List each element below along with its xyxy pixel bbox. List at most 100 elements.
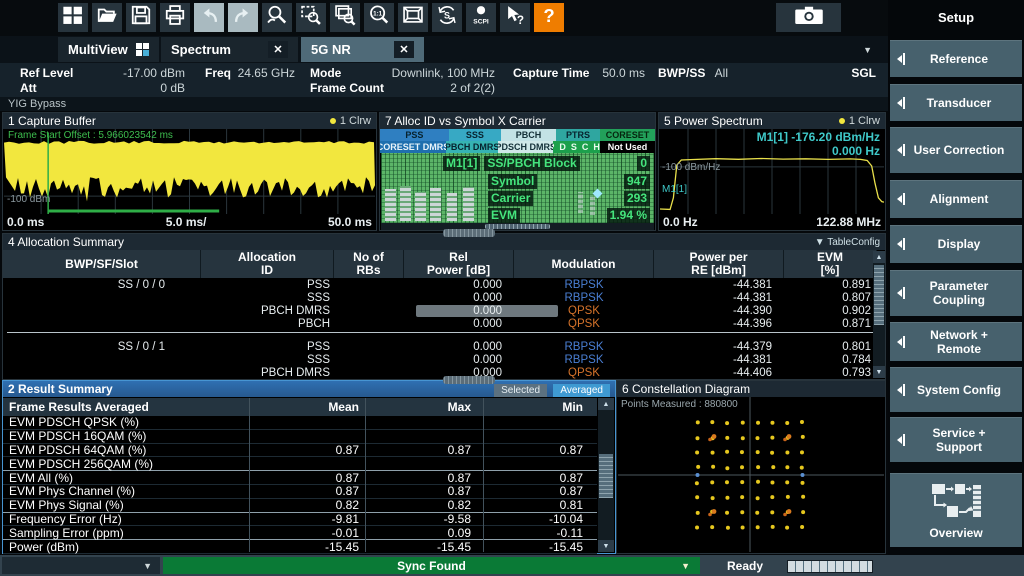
undo-button (194, 3, 224, 32)
setting-mode[interactable]: ModeDownlink, 100 MHz (310, 66, 495, 80)
zoom-selection-button[interactable] (296, 3, 326, 32)
display-frame-button[interactable] (398, 3, 428, 32)
table-row[interactable]: EVM Phys Signal (%)0.820.820.81 (3, 499, 597, 513)
multi-window-zoom-button[interactable] (330, 3, 360, 32)
table-config-button[interactable]: ▼ TableConfig (815, 237, 880, 248)
setting-label: Freq (205, 66, 231, 80)
table-row[interactable]: EVM All (%)0.870.870.87 (3, 471, 597, 485)
table-row[interactable]: EVM PDSCH 64QAM (%)0.870.870.87 (3, 444, 597, 458)
alloc-legend-row2: CORESET DMRSPBCH DMRSPDSCH DMRSPDSCHNot … (380, 141, 655, 153)
softkey-system-config[interactable]: System Config (890, 367, 1022, 412)
col-header: Power perRE [dBm] (654, 250, 784, 278)
setting-bwp-ss[interactable]: BWP/SSAll (658, 66, 728, 80)
table-row[interactable]: PBCH DMRS0.000QPSK-44.4060.793 (3, 367, 877, 379)
table-row[interactable]: SSS0.000RBPSK-44.3810.784 (3, 354, 877, 367)
averaged-button[interactable]: Averaged (553, 384, 610, 397)
cell-min: -10.04 (471, 512, 583, 526)
alloc-vertical-scrollbar[interactable]: ▲ ▼ (873, 251, 885, 378)
setting-att[interactable]: Att0 dB (20, 81, 185, 95)
close-tab-icon[interactable]: ✕ (394, 41, 414, 58)
alloc-id-titlebar[interactable]: 7 Alloc ID vs Symbol X Carrier (380, 113, 655, 129)
setting-capture-time[interactable]: Capture Time50.0 ms (513, 66, 645, 80)
window-splitter-handle[interactable] (443, 229, 495, 237)
table-row[interactable]: EVM PDSCH QPSK (%) (3, 416, 597, 430)
softkey-alignment[interactable]: Alignment (890, 180, 1022, 218)
ready-indicator: Ready (727, 559, 763, 573)
screenshot-button[interactable] (776, 3, 841, 32)
table-row[interactable]: SS / 0 / 1PSS0.000RBPSK-44.3790.801 (3, 341, 877, 354)
marker-m1-label[interactable]: M1[1] (662, 184, 687, 195)
marker-field-label: Symbol (488, 174, 537, 189)
tab-5g-nr[interactable]: 5G NR ✕ (301, 37, 424, 62)
power-x-axis: 0.0 Hz 122.88 MHz (659, 214, 885, 230)
table-row[interactable]: EVM Phys Channel (%)0.870.870.87 (3, 485, 597, 499)
scroll-down-icon[interactable]: ▼ (873, 366, 885, 378)
softkey-transducer[interactable]: Transducer (890, 84, 1022, 121)
setting-ref-level[interactable]: Ref Level-17.00 dBm (20, 66, 185, 80)
capture-buffer-titlebar[interactable]: 1 Capture Buffer 1 Clrw (3, 113, 376, 129)
marker-info-row: EVM1.94 % (488, 208, 650, 223)
tab-multiview[interactable]: MultiView (58, 37, 159, 62)
table-row[interactable]: PBCH0.000QPSK-44.3960.871 (3, 318, 877, 331)
setting-value: 2 of 2(2) (450, 81, 495, 95)
result-vertical-scrollbar[interactable]: ▲ ▼ (598, 398, 614, 552)
cell-modulation: QPSK (514, 305, 654, 318)
close-tab-icon[interactable]: ✕ (268, 41, 288, 58)
save-button[interactable] (126, 3, 156, 32)
table-row[interactable]: SSS0.000RBPSK-44.3810.807 (3, 292, 877, 305)
scroll-up-icon[interactable]: ▲ (873, 251, 885, 263)
panel-title: 2 Result Summary (8, 382, 113, 396)
tab-overflow-icon[interactable]: ▼ (863, 45, 872, 55)
scrollbar-thumb[interactable] (599, 454, 613, 498)
marker-readout-level[interactable]: M1[1] -176.20 dBm/Hz (757, 130, 880, 144)
zoom-1to1-button[interactable]: 1:1 (364, 3, 394, 32)
scpi-button[interactable]: SCPI (466, 3, 496, 32)
scroll-up-icon[interactable]: ▲ (598, 398, 614, 410)
softkey-parameter-coupling[interactable]: Parameter Coupling (890, 270, 1022, 316)
single-sweep-indicator[interactable]: SGL (851, 66, 876, 80)
setting-frame-count[interactable]: Frame Count2 of 2(2) (310, 81, 495, 95)
window-splitter-handle[interactable] (443, 376, 495, 384)
table-row[interactable]: SS / 0 / 0PSS0.000RBPSK-44.3810.891 (3, 279, 877, 292)
cursor-help-button[interactable]: ? (500, 3, 530, 32)
softkey-network-remote[interactable]: Network + Remote (890, 322, 1022, 361)
power-spectrum-titlebar[interactable]: 5 Power Spectrum 1 Clrw (659, 113, 885, 129)
table-row[interactable]: EVM PDSCH 16QAM (%) (3, 430, 597, 444)
softkey-user-correction[interactable]: User Correction (890, 127, 1022, 173)
status-message-dropdown[interactable]: ▼ (2, 557, 160, 574)
scrollbar-thumb[interactable] (485, 224, 551, 229)
chevron-down-icon[interactable]: ▼ (681, 561, 690, 571)
cell-modulation: RBPSK (514, 341, 654, 354)
windows-button[interactable] (58, 3, 88, 32)
selected-button[interactable]: Selected (494, 384, 547, 397)
table-row[interactable]: Power (dBm)-15.45-15.45-15.45 (3, 540, 597, 554)
marker-info-row: Carrier293 (488, 191, 650, 206)
print-button[interactable] (160, 3, 190, 32)
cell-rel-power: 0.000 (404, 305, 502, 318)
print-icon (164, 4, 186, 31)
table-row[interactable]: Frequency Error (Hz)-9.81-9.58-10.04 (3, 513, 597, 527)
marker-info-row: M1[1]SS/PBCH Block0 (443, 156, 650, 171)
constellation-titlebar[interactable]: 6 Constellation Diagram (617, 381, 885, 397)
scroll-down-icon[interactable]: ▼ (598, 540, 614, 552)
panel-title: 5 Power Spectrum (664, 114, 763, 128)
softkey-reference[interactable]: Reference (890, 40, 1022, 77)
table-row[interactable]: PBCH DMRS0.000QPSK-44.3900.902 (3, 305, 877, 318)
softkey-service-support[interactable]: Service + Support (890, 417, 1022, 462)
setting-freq[interactable]: Freq24.65 GHz (205, 66, 295, 80)
tab-spectrum[interactable]: Spectrum ✕ (161, 37, 298, 62)
result-summary-titlebar[interactable]: 2 Result Summary Selected Averaged (3, 381, 615, 397)
open-folder-button[interactable] (92, 3, 122, 32)
softkey-display[interactable]: Display (890, 225, 1022, 263)
marker-name[interactable]: M1[1] (443, 156, 480, 171)
scrollbar-thumb[interactable] (874, 265, 884, 325)
table-row[interactable]: Sampling Error (ppm)-0.010.09-0.11 (3, 526, 597, 540)
overview-button[interactable]: Overview (890, 473, 1022, 547)
table-row[interactable]: EVM PDSCH 256QAM (%) (3, 457, 597, 471)
help-button[interactable]: ? (534, 3, 564, 32)
zoom-trace-button[interactable] (262, 3, 292, 32)
y-gridline-label: -100 dBm (7, 194, 50, 205)
trace-color-dot (330, 118, 336, 124)
alloc-horizontal-scrollbar[interactable] (381, 223, 654, 230)
sweep-restart-button[interactable]: S (432, 3, 462, 32)
